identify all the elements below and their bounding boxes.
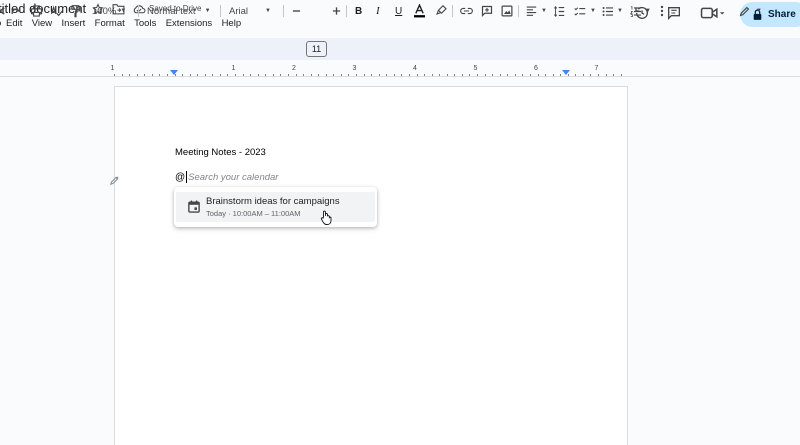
link-icon[interactable]: [460, 3, 473, 19]
style-value: Normal text: [147, 5, 196, 17]
toolbar-divider: [452, 5, 453, 17]
chevron-down-icon: ▼: [265, 8, 271, 14]
menu-view[interactable]: View: [27, 18, 57, 29]
undo-icon[interactable]: [0, 3, 6, 19]
ruler-number: 7: [594, 65, 599, 72]
font-family-select[interactable]: Arial ▼: [229, 3, 271, 19]
line-spacing-icon[interactable]: [554, 3, 565, 19]
numbered-list-icon[interactable]: ▼: [630, 3, 651, 19]
print-icon[interactable]: [30, 3, 43, 19]
zoom-select[interactable]: 100% ▼: [92, 3, 126, 19]
bulleted-list-icon[interactable]: ▼: [602, 3, 623, 19]
chevron-down-icon: ▼: [590, 8, 596, 14]
toolbar-divider: [518, 5, 519, 17]
redo-icon[interactable]: [10, 3, 22, 19]
add-comment-icon[interactable]: [481, 3, 493, 19]
share-label: Share: [768, 9, 796, 20]
search-calendar-placeholder: Search your calendar: [188, 171, 279, 183]
increase-font-size-icon[interactable]: [332, 3, 341, 19]
ruler-number: 1: [110, 65, 115, 72]
formatting-toolbar: [0, 38, 800, 60]
paint-format-icon[interactable]: [70, 3, 81, 19]
calendar-mention-input[interactable]: @ Search your calendar: [175, 171, 278, 183]
paragraph-style-select[interactable]: Normal text ▼: [147, 3, 211, 19]
ruler-number: 4: [413, 65, 417, 72]
menu-bar: o Edit View Insert Format Tools Extensio…: [0, 18, 246, 29]
bold-icon[interactable]: B: [355, 3, 362, 19]
chevron-down-icon: ▼: [645, 8, 651, 14]
chevron-down-icon: ▼: [617, 8, 623, 14]
menu-edit[interactable]: Edit: [1, 18, 27, 29]
suggest-edit-icon[interactable]: [109, 172, 119, 190]
zoom-value: 100%: [92, 5, 117, 17]
ruler-divider: [0, 76, 800, 77]
menu-help[interactable]: Help: [217, 18, 246, 29]
menu-format[interactable]: Format: [90, 18, 129, 29]
right-indent-marker[interactable]: [562, 70, 570, 75]
ruler-number: 5: [473, 65, 478, 72]
menu-tools[interactable]: Tools: [129, 18, 161, 29]
ruler-number: 1: [231, 65, 236, 72]
font-value: Arial: [229, 5, 249, 17]
document-heading[interactable]: Meeting Notes - 2023: [175, 147, 266, 158]
hand-pointer-cursor-icon: [320, 210, 332, 230]
toolbar-divider: [220, 5, 221, 17]
calendar-suggestions-dropdown: Brainstorm ideas for campaigns Today · 1…: [174, 187, 377, 227]
toolbar-divider: [138, 5, 139, 17]
checklist-icon[interactable]: ▼: [574, 3, 596, 19]
menu-insert[interactable]: Insert: [57, 18, 90, 29]
calendar-event-icon: [188, 200, 200, 218]
decrease-font-size-icon[interactable]: [292, 3, 301, 19]
left-indent-marker[interactable]: [170, 70, 178, 75]
text-cursor: [186, 171, 188, 183]
text-color-icon[interactable]: [414, 3, 425, 19]
ruler-number: 3: [352, 65, 357, 72]
event-time: Today · 10:00AM – 11:00AM: [206, 209, 301, 218]
more-options-icon[interactable]: [660, 3, 664, 19]
menu-extensions[interactable]: Extensions: [161, 18, 217, 29]
meet-video-icon[interactable]: [700, 5, 726, 26]
comment-icon[interactable]: [666, 5, 682, 26]
underline-icon[interactable]: U: [395, 3, 402, 19]
italic-icon[interactable]: I: [376, 3, 380, 19]
insert-image-icon[interactable]: [501, 3, 513, 19]
chevron-down-icon: ▼: [541, 8, 547, 14]
at-symbol: @: [175, 171, 186, 183]
chevron-down-icon: ▼: [756, 8, 762, 14]
editing-mode-pencil-icon[interactable]: ▼: [739, 3, 762, 19]
font-size-input[interactable]: 11: [306, 41, 327, 57]
document-page[interactable]: [114, 86, 628, 445]
align-left-icon[interactable]: ▼: [526, 3, 547, 19]
cloud-saved-icon[interactable]: [132, 2, 146, 16]
spellcheck-icon[interactable]: [50, 3, 63, 19]
ruler-number: 2: [292, 65, 296, 72]
toolbar-divider: [283, 5, 284, 17]
calendar-event-option[interactable]: Brainstorm ideas for campaigns Today · 1…: [176, 192, 375, 222]
highlight-pen-icon[interactable]: [436, 3, 447, 19]
chevron-down-icon: ▼: [204, 8, 211, 14]
toolbar-divider: [346, 5, 347, 17]
chevron-down-icon: ▼: [120, 8, 127, 14]
ruler-number: 6: [534, 65, 538, 72]
event-title: Brainstorm ideas for campaigns: [206, 196, 340, 207]
